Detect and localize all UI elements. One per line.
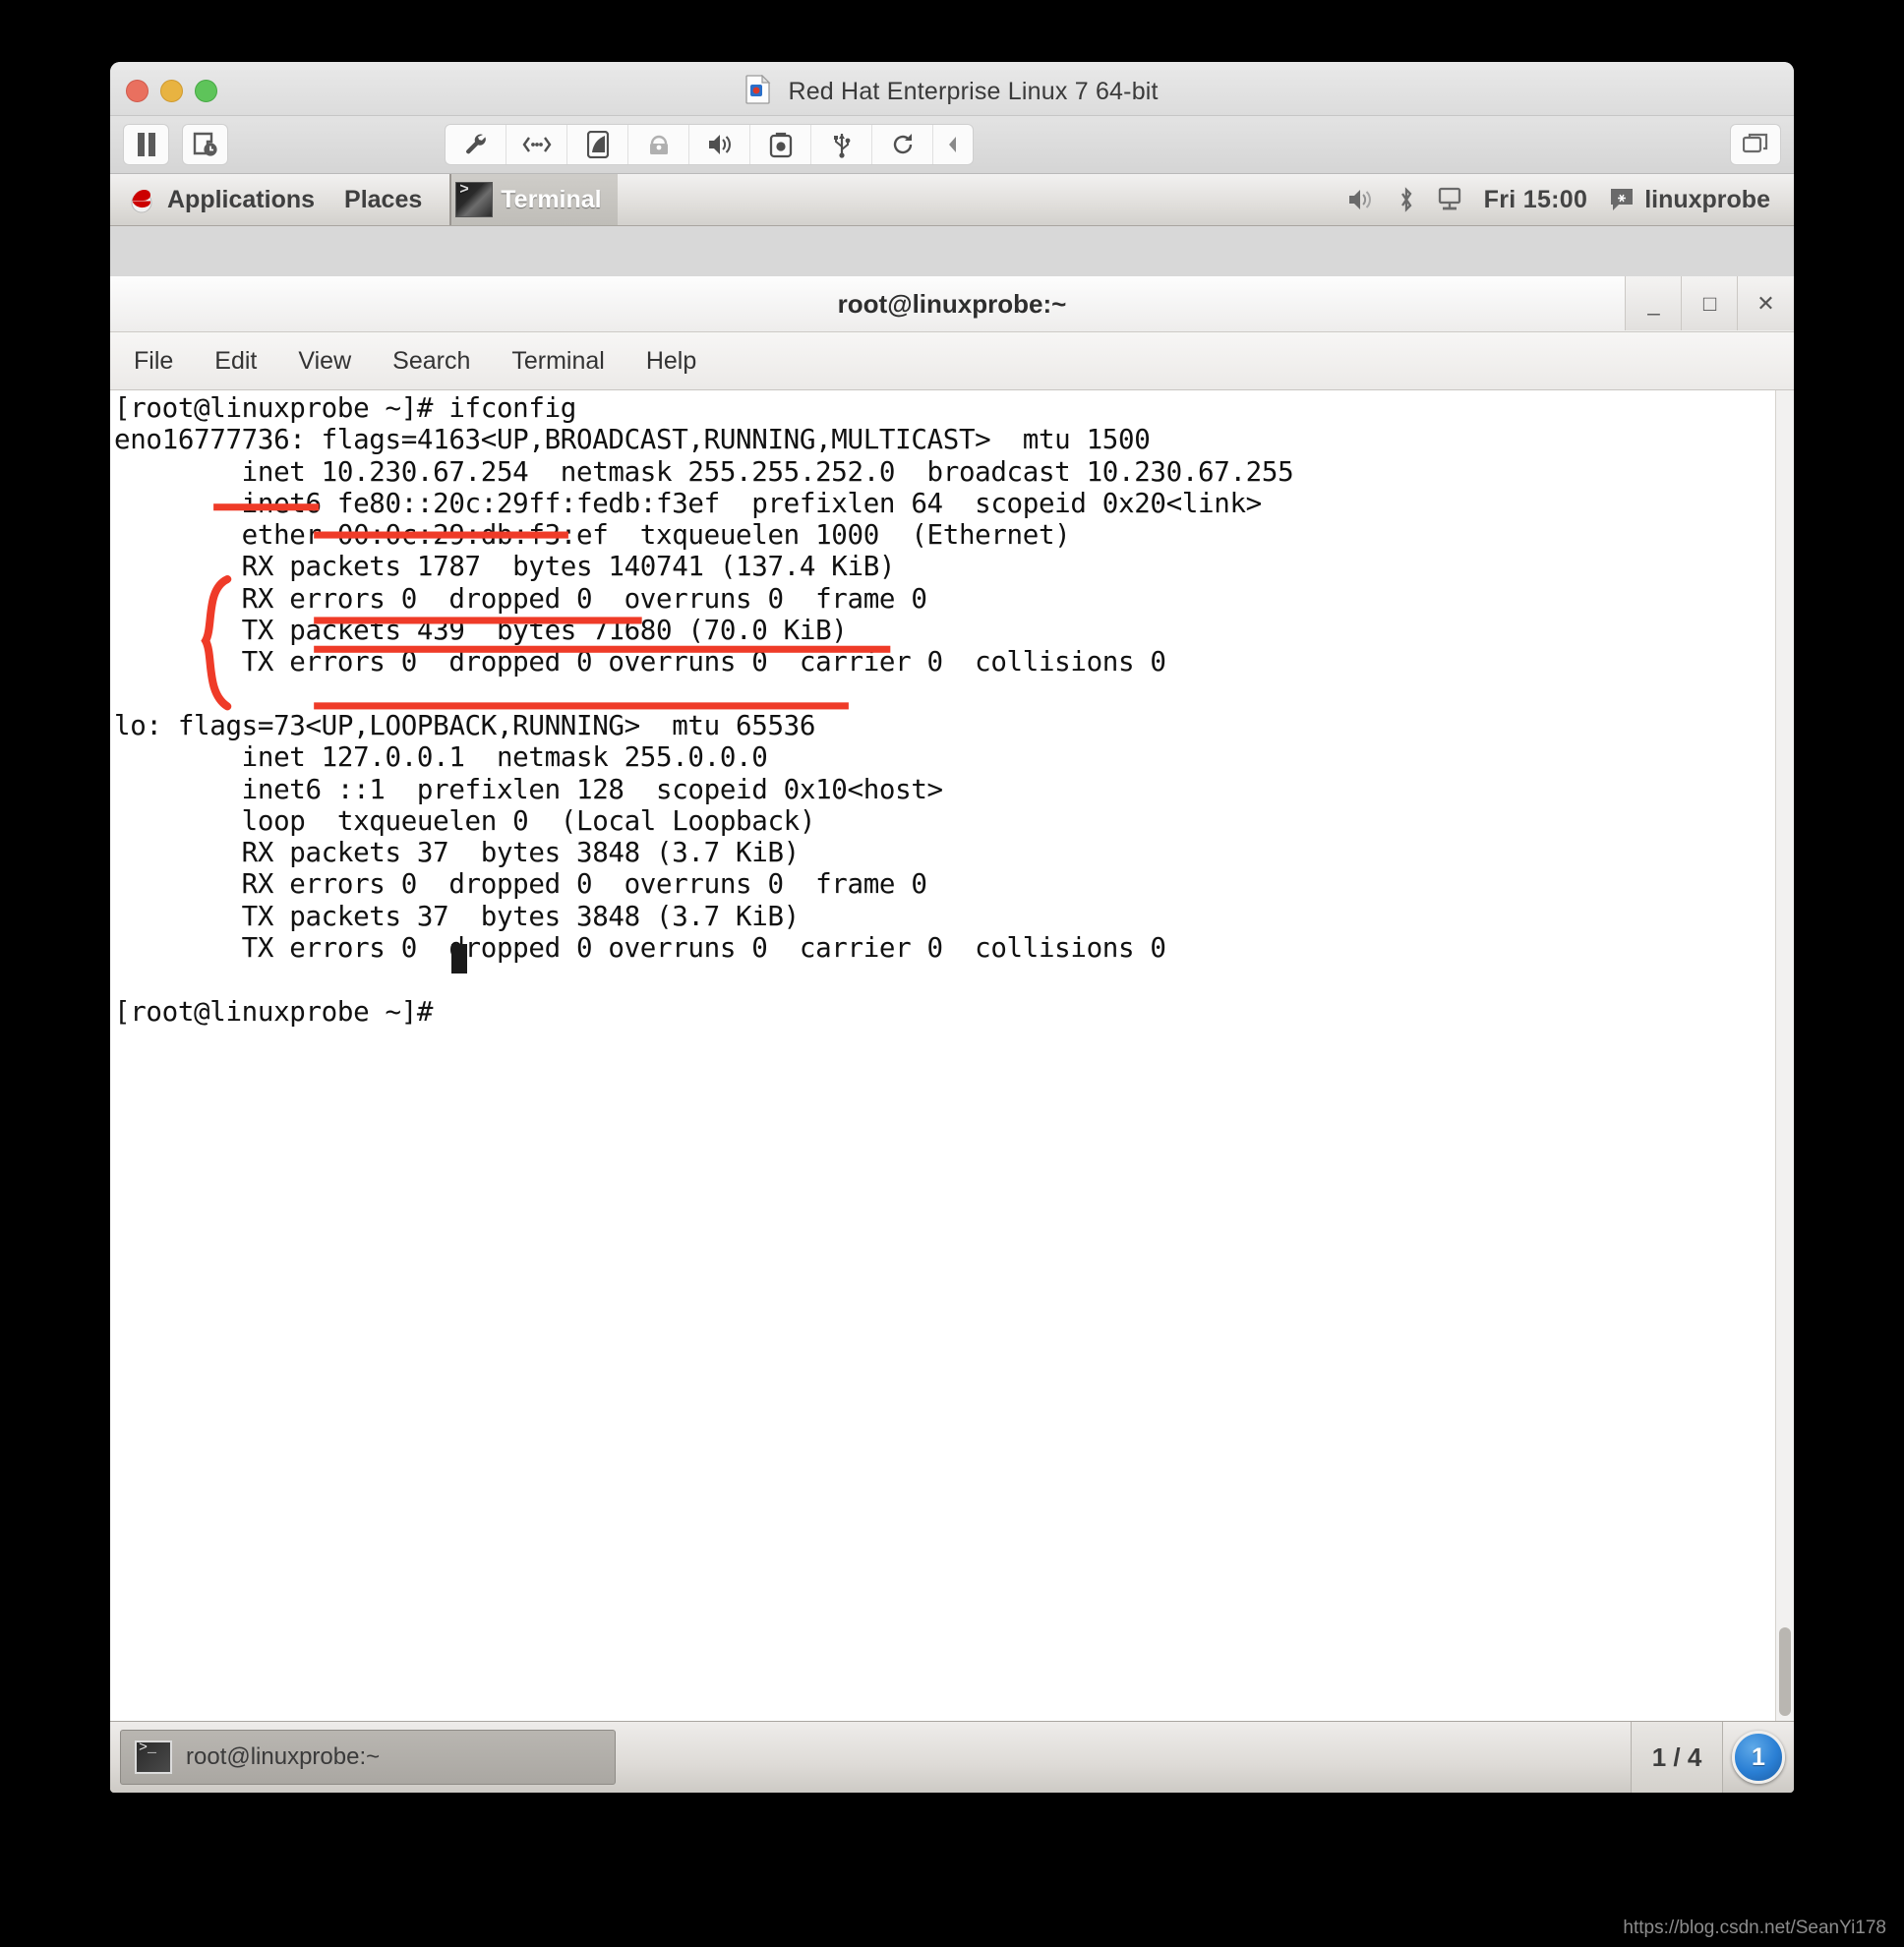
display-icon[interactable]	[1437, 187, 1462, 212]
accessibility-icon: ⚹	[1609, 187, 1635, 212]
menu-item-file[interactable]: File	[128, 343, 179, 380]
menu-item-terminal[interactable]: Terminal	[506, 343, 610, 380]
taskbar-window-label: Terminal	[501, 185, 602, 213]
printer-icon	[646, 133, 672, 156]
terminal-scrollbar[interactable]	[1775, 390, 1794, 1722]
close-icon: ✕	[1756, 290, 1775, 316]
vm-device-toolbar	[445, 124, 974, 165]
camera-button[interactable]	[750, 125, 811, 164]
terminal-titlebar: root@linuxprobe:~ _ □ ✕	[110, 276, 1794, 332]
terminal-output-area[interactable]: [root@linuxprobe ~]# ifconfig eno1677773…	[110, 390, 1794, 1722]
pause-button[interactable]	[123, 124, 169, 165]
user-name-label: linuxprobe	[1644, 185, 1770, 213]
watermark: https://blog.csdn.net/SeanYi178	[1623, 1918, 1886, 1938]
taskbar-window-terminal[interactable]: Terminal	[449, 174, 618, 225]
terminal-title: root@linuxprobe:~	[837, 289, 1067, 319]
workspace-indicator[interactable]: 1	[1723, 1722, 1794, 1793]
terminal-window: root@linuxprobe:~ _ □ ✕ File Edit View S…	[110, 276, 1794, 1722]
taskbar-task-terminal[interactable]: root@linuxprobe:~	[120, 1730, 616, 1785]
pause-icon	[136, 132, 157, 157]
clock[interactable]: Fri 15:00	[1484, 186, 1588, 214]
usb-button[interactable]	[811, 125, 872, 164]
sync-button[interactable]	[872, 125, 933, 164]
menu-item-view[interactable]: View	[292, 343, 357, 380]
terminal-scrollbar-thumb[interactable]	[1779, 1627, 1791, 1716]
fullscreen-icon	[1743, 133, 1768, 156]
red-hat-logo-icon	[128, 186, 155, 213]
document-red-hat-icon	[745, 75, 771, 104]
terminal-text: [root@linuxprobe ~]# ifconfig eno1677773…	[114, 392, 1294, 1028]
minimize-icon: _	[1647, 290, 1660, 316]
printer-button[interactable]	[628, 125, 689, 164]
terminal-icon	[455, 181, 494, 217]
vm-title: Red Hat Enterprise Linux 7 64-bit	[110, 75, 1794, 106]
collapse-toolbar-button[interactable]	[933, 125, 973, 164]
terminal-menubar: File Edit View Search Terminal Help	[110, 332, 1794, 390]
menu-places[interactable]: Places	[344, 186, 422, 214]
terminal-maximize-button[interactable]: □	[1681, 276, 1738, 330]
workspace-number-badge: 1	[1732, 1731, 1785, 1784]
maximize-icon: □	[1702, 290, 1717, 316]
terminal-icon	[135, 1740, 172, 1774]
vm-titlebar: Red Hat Enterprise Linux 7 64-bit	[110, 62, 1794, 116]
gnome-status-area: Fri 15:00 ⚹ linuxprobe	[1346, 186, 1794, 214]
bottom-right-area: 1 / 4 1	[1631, 1722, 1794, 1793]
harddisk-button[interactable]	[567, 125, 628, 164]
usb-icon	[831, 131, 853, 158]
snapshot-clock-icon	[193, 132, 218, 157]
wrench-settings-icon	[463, 132, 489, 157]
gnome-bottom-panel: root@linuxprobe:~ 1 / 4 1	[110, 1721, 1794, 1793]
settings-button[interactable]	[446, 125, 506, 164]
speaker-icon	[706, 133, 734, 156]
menu-applications[interactable]: Applications	[167, 186, 315, 214]
user-menu[interactable]: ⚹ linuxprobe	[1609, 186, 1770, 214]
sync-icon	[890, 132, 916, 157]
camera-icon	[769, 132, 793, 158]
snapshot-button[interactable]	[182, 124, 228, 165]
workspace-pager-count[interactable]: 1 / 4	[1631, 1722, 1723, 1793]
menu-item-edit[interactable]: Edit	[208, 343, 263, 380]
bluetooth-icon[interactable]	[1398, 186, 1415, 213]
svg-text:⚹: ⚹	[1618, 190, 1626, 205]
terminal-close-button[interactable]: ✕	[1737, 276, 1794, 330]
vm-toolbar	[110, 116, 1794, 174]
network-button[interactable]	[506, 125, 567, 164]
fullscreen-button[interactable]	[1730, 124, 1781, 165]
menu-item-search[interactable]: Search	[387, 343, 476, 380]
taskbar-task-label: root@linuxprobe:~	[186, 1743, 381, 1770]
menu-item-help[interactable]: Help	[640, 343, 702, 380]
volume-icon[interactable]	[1346, 188, 1376, 211]
vm-title-label: Red Hat Enterprise Linux 7 64-bit	[788, 78, 1159, 105]
terminal-cursor	[451, 944, 467, 974]
harddisk-icon	[586, 131, 609, 158]
sound-button[interactable]	[689, 125, 750, 164]
network-icon	[522, 135, 552, 154]
vmware-window: Red Hat Enterprise Linux 7 64-bit Applic…	[110, 62, 1794, 1793]
gnome-top-panel: Applications Places Terminal	[110, 174, 1794, 226]
terminal-minimize-button[interactable]: _	[1625, 276, 1682, 330]
collapse-arrow-icon	[947, 136, 959, 153]
